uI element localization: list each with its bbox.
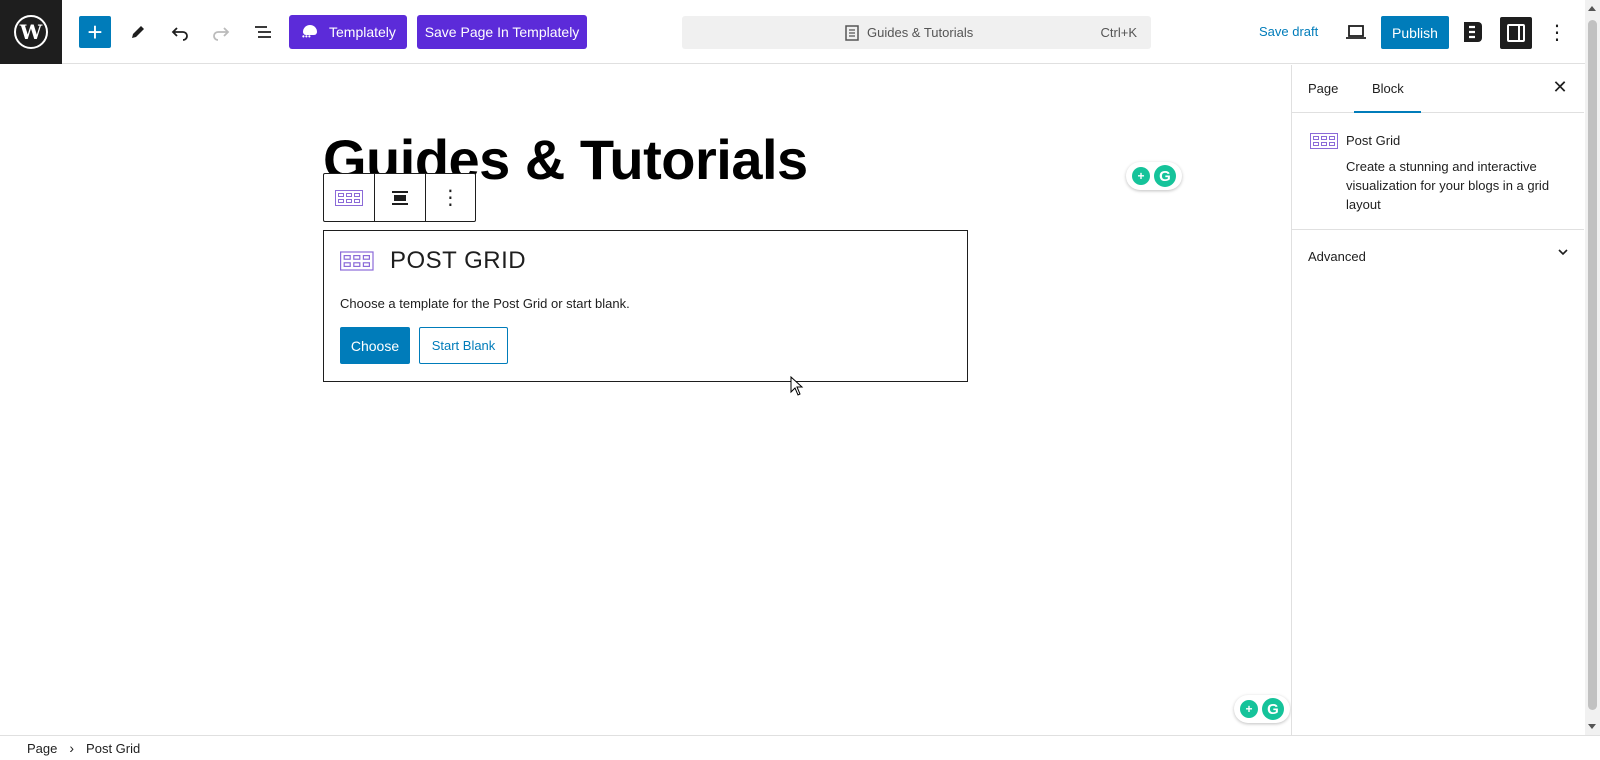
tab-page[interactable]: Page [1308,81,1338,96]
laptop-icon [1346,25,1366,39]
more-vertical-icon: ⋮ [440,187,461,209]
post-grid-icon [1310,133,1338,149]
essential-blocks-icon [1464,22,1482,42]
redo-icon [213,27,230,41]
post-grid-title: POST GRID [390,247,527,274]
plus-icon: + [87,17,103,47]
choose-template-button[interactable]: Choose [340,327,410,364]
wordpress-icon: W [14,15,48,49]
tools-button[interactable] [122,16,154,48]
scrollbar-thumb[interactable] [1588,20,1597,710]
publish-button[interactable]: Publish [1381,16,1449,49]
scroll-up-arrow-icon[interactable] [1588,6,1596,11]
tab-block[interactable]: Block [1372,81,1404,96]
undo-icon [171,27,188,41]
start-blank-button[interactable]: Start Blank [419,327,508,364]
sidebar-tabs: Page Block ✕ [1292,65,1584,113]
block-card: Post Grid Create a stunning and interact… [1292,113,1584,230]
block-type-button[interactable] [324,174,374,221]
advanced-label: Advanced [1308,249,1366,264]
wordpress-logo[interactable]: W [0,0,62,64]
page-icon [845,24,859,41]
list-view-icon [255,26,271,38]
cursor-arrow-icon [790,376,804,396]
grammarly-icon: G [1262,698,1284,720]
templately-button-label: Templately [329,24,396,40]
templately-cloud-icon [301,23,321,41]
save-page-in-templately-button[interactable]: Save Page In Templately [417,15,587,49]
breadcrumb-item-page[interactable]: Page [27,741,57,756]
breadcrumb: Page › Post Grid [0,735,1600,760]
close-icon: ✕ [1552,76,1568,97]
grammarly-icon: G [1154,165,1176,187]
command-palette-bar[interactable]: Guides & Tutorials Ctrl+K [682,16,1151,49]
breadcrumb-item-post-grid[interactable]: Post Grid [86,741,140,756]
block-options-button[interactable]: ⋮ [424,174,475,221]
chevron-down-icon [1558,249,1568,256]
document-overview-button[interactable] [247,16,279,48]
preview-button[interactable] [1340,16,1372,48]
grammarly-widget[interactable]: + G [1234,695,1290,723]
block-card-title: Post Grid [1346,133,1401,148]
sidebar-icon [1507,24,1525,42]
settings-sidebar: Page Block ✕ Post Grid Create a stunning… [1291,65,1584,735]
add-block-button[interactable]: + [79,16,111,48]
post-grid-placeholder[interactable]: POST GRID Choose a template for the Post… [323,230,968,382]
align-button[interactable] [374,174,424,221]
editor-header: W + Templately Save Page In Templately G… [0,0,1585,64]
essential-blocks-button[interactable] [1457,16,1489,48]
more-vertical-icon: ⋮ [1547,21,1567,44]
redo-button[interactable] [205,16,237,48]
chevron-right-icon: › [69,740,75,756]
pencil-icon [132,26,144,38]
lightbulb-icon: + [1240,700,1258,718]
settings-sidebar-toggle[interactable] [1500,17,1532,49]
lightbulb-icon: + [1132,167,1150,185]
page-scrollbar[interactable] [1585,0,1600,735]
options-menu-button[interactable]: ⋮ [1541,16,1573,48]
scroll-down-arrow-icon[interactable] [1588,724,1596,729]
templately-button[interactable]: Templately [289,15,407,49]
save-draft-button[interactable]: Save draft [1259,24,1318,39]
post-grid-icon [340,251,374,271]
close-sidebar-button[interactable]: ✕ [1550,77,1570,97]
block-toolbar: ⋮ [323,173,476,222]
grammarly-widget[interactable]: + G [1126,162,1182,190]
align-center-icon [392,190,408,205]
block-card-description: Create a stunning and interactive visual… [1346,159,1550,212]
document-title: Guides & Tutorials [867,25,974,40]
post-grid-description: Choose a template for the Post Grid or s… [340,296,630,311]
undo-button[interactable] [164,16,196,48]
keyboard-shortcut: Ctrl+K [1100,25,1137,40]
advanced-panel-toggle[interactable]: Advanced [1292,230,1584,284]
post-grid-icon [335,189,364,206]
editor-canvas: Guides & Tutorials ⋮ POST GRID Choose a … [0,65,1291,735]
